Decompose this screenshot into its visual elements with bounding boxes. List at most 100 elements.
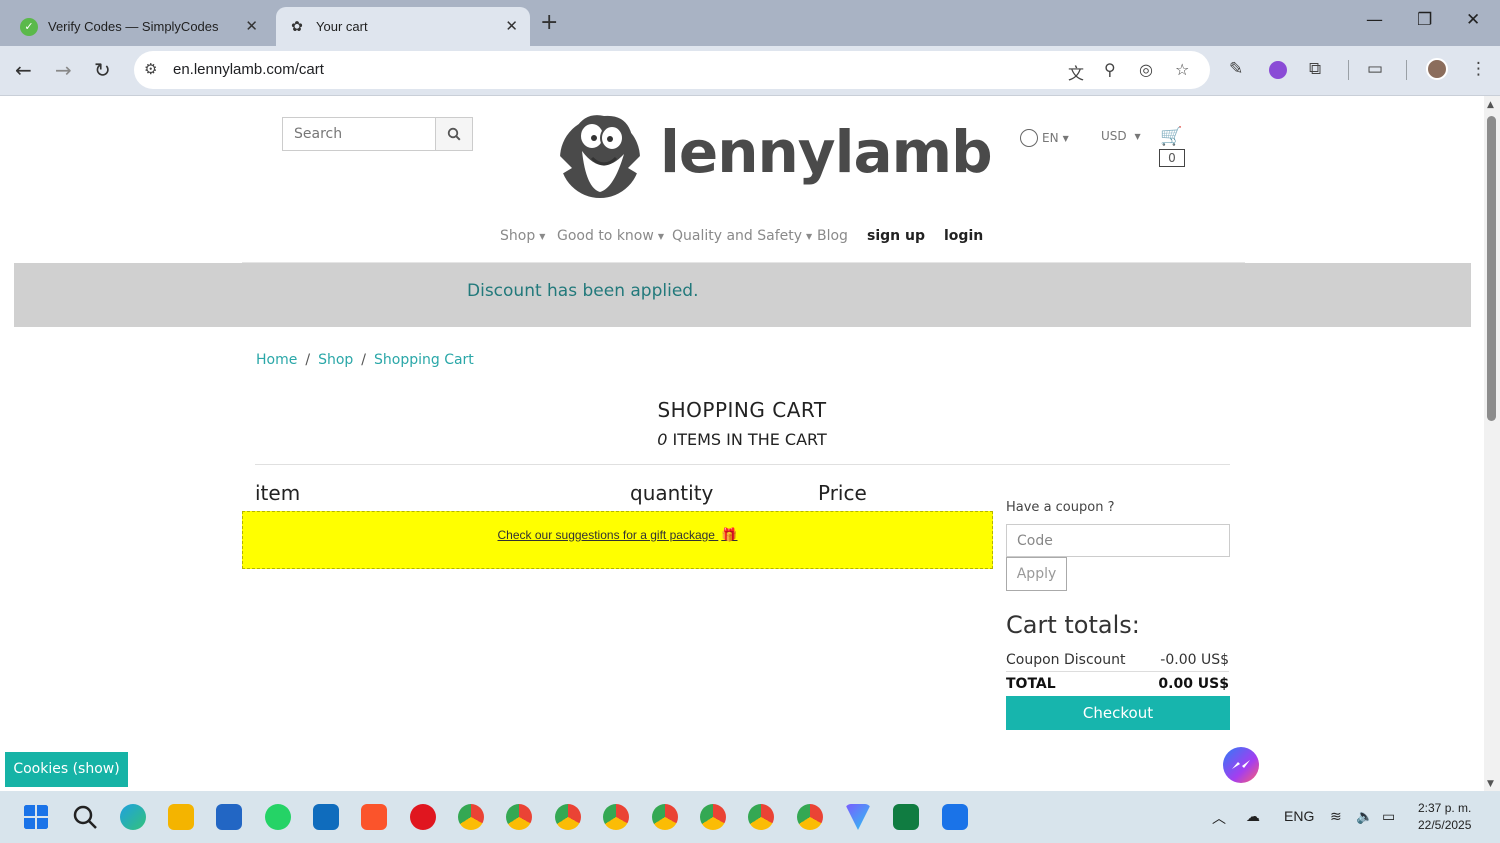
search-input[interactable]: Search xyxy=(282,117,436,151)
notepad-icon[interactable] xyxy=(942,804,968,830)
outlook-icon[interactable] xyxy=(313,804,339,830)
breadcrumb: Home / Shop / Shopping Cart xyxy=(256,352,474,368)
breadcrumb-home[interactable]: Home xyxy=(256,352,297,368)
eye-off-icon[interactable]: ◎ xyxy=(1139,60,1153,79)
volume-muted-icon[interactable]: 🔈 xyxy=(1356,808,1373,825)
cart-count-badge[interactable]: 0 xyxy=(1159,149,1185,167)
profile-avatar[interactable] xyxy=(1426,58,1448,80)
breadcrumb-shopping-cart[interactable]: Shopping Cart xyxy=(374,352,474,368)
extensions-puzzle-icon[interactable]: ⧉ xyxy=(1309,59,1321,79)
sign-up-link[interactable]: sign up xyxy=(867,228,925,244)
chrome-profile-icon[interactable] xyxy=(555,804,581,830)
show-hidden-icons-chevron-icon[interactable]: ︿ xyxy=(1212,808,1226,828)
wifi-icon[interactable]: ≋ xyxy=(1330,808,1342,825)
lamb-logo-icon[interactable] xyxy=(552,106,650,202)
windows-start-icon[interactable] xyxy=(23,804,49,830)
reload-icon[interactable]: ↻ xyxy=(94,58,111,82)
extension-purple-icon[interactable] xyxy=(1269,61,1287,79)
scrollbar-thumb[interactable] xyxy=(1487,116,1496,421)
chrome-profile-icon[interactable] xyxy=(748,804,774,830)
nav-quality-safety[interactable]: Quality and Safety ▼ xyxy=(672,228,812,244)
coupon-code-input[interactable]: Code xyxy=(1006,524,1230,557)
vpn-app-icon[interactable] xyxy=(845,804,871,830)
battery-icon[interactable]: ▭ xyxy=(1382,808,1395,825)
language-value: EN xyxy=(1042,131,1059,145)
chrome-profile-icon[interactable] xyxy=(603,804,629,830)
search-button[interactable] xyxy=(435,117,473,151)
whatsapp-icon[interactable] xyxy=(265,804,291,830)
site-info-icon[interactable]: ⚙ xyxy=(144,60,157,78)
clock-time: 2:37 p. m. xyxy=(1418,801,1472,815)
tab-title: Your cart xyxy=(316,19,368,34)
coupon-discount-label: Coupon Discount xyxy=(1006,652,1126,668)
shopping-cart-icon[interactable]: 🛒 xyxy=(1160,126,1182,147)
opera-browser-icon[interactable] xyxy=(410,804,436,830)
main-navigation: Shop ▼ Good to know ▼ Quality and Safety ▼ … xyxy=(0,228,1484,248)
discount-notice-banner: Discount has been applied. xyxy=(14,263,1471,327)
login-link[interactable]: login xyxy=(944,228,983,244)
gift-suggestion-banner: Check our suggestions for a gift package… xyxy=(242,511,993,569)
excel-icon[interactable] xyxy=(893,804,919,830)
breadcrumb-separator: / xyxy=(361,352,366,368)
translate-icon[interactable]: 文 xyxy=(1068,60,1084,84)
keyboard-language[interactable]: ENG xyxy=(1284,808,1314,824)
bookmark-star-icon[interactable]: ☆ xyxy=(1175,60,1189,79)
nav-good-to-know[interactable]: Good to know ▼ xyxy=(557,228,664,244)
address-bar[interactable]: ⚙ en.lennylamb.com/cart 文 ⚲ ◎ ☆ xyxy=(134,51,1210,89)
search-icon xyxy=(447,127,461,141)
breadcrumb-shop[interactable]: Shop xyxy=(318,352,353,368)
url-text: en.lennylamb.com/cart xyxy=(173,61,324,78)
close-window-icon[interactable]: ✕ xyxy=(1466,10,1480,30)
column-header-quantity: quantity xyxy=(630,481,714,505)
web-page: Search lennylamb EN ▼ USD ▼ 🛒 0 Shop ▼ Go… xyxy=(0,96,1484,791)
file-explorer-icon[interactable] xyxy=(168,804,194,830)
nav-blog[interactable]: Blog xyxy=(817,228,848,244)
items-count-label: ITEMS IN THE CART xyxy=(672,430,827,449)
language-selector[interactable]: EN ▼ xyxy=(1020,129,1069,147)
lennylamb-favicon-icon: ✿ xyxy=(291,18,303,34)
gift-suggestion-link[interactable]: Check our suggestions for a gift package… xyxy=(498,527,738,543)
chrome-profile-icon[interactable] xyxy=(797,804,823,830)
messenger-chat-icon[interactable] xyxy=(1223,747,1259,783)
chrome-profile-icon[interactable] xyxy=(652,804,678,830)
messenger-bolt-icon xyxy=(1232,760,1250,769)
page-scrollbar[interactable]: ▲ ▼ xyxy=(1484,96,1500,791)
minimize-icon[interactable]: — xyxy=(1366,10,1383,30)
tab-your-cart[interactable]: ✿ Your cart ✕ xyxy=(276,7,530,46)
edge-browser-icon[interactable] xyxy=(120,804,146,830)
new-tab-icon[interactable]: + xyxy=(540,10,558,35)
checkout-button[interactable]: Checkout xyxy=(1006,696,1230,730)
menu-kebab-icon[interactable]: ⋮ xyxy=(1470,59,1487,79)
nav-shop[interactable]: Shop ▼ xyxy=(500,228,545,244)
currency-selector[interactable]: USD ▼ xyxy=(1101,129,1141,143)
forward-icon[interactable]: → xyxy=(55,58,72,82)
scroll-down-icon[interactable]: ▼ xyxy=(1487,779,1494,789)
restore-icon[interactable]: ❐ xyxy=(1417,10,1432,30)
close-tab-icon[interactable]: ✕ xyxy=(505,17,518,35)
edit-extension-icon[interactable]: ✎ xyxy=(1229,59,1243,79)
zoom-icon[interactable]: ⚲ xyxy=(1104,60,1116,79)
logo-wordmark[interactable]: lennylamb xyxy=(660,118,993,186)
onedrive-cloud-icon[interactable]: ☁ xyxy=(1246,808,1260,825)
scroll-up-icon[interactable]: ▲ xyxy=(1487,100,1494,110)
microsoft-store-icon[interactable] xyxy=(216,804,242,830)
nav-shop-label: Shop xyxy=(500,228,536,244)
system-clock[interactable]: 2:37 p. m. 22/5/2025 xyxy=(1418,800,1471,834)
chrome-profile-icon[interactable] xyxy=(700,804,726,830)
apply-coupon-button[interactable]: Apply xyxy=(1006,557,1067,591)
browser-tab-bar: ✓ Verify Codes — SimplyCodes ✕ ✿ Your ca… xyxy=(0,0,1500,46)
media-cast-icon[interactable]: ▭ xyxy=(1367,59,1383,79)
cookies-show-button[interactable]: Cookies (show) xyxy=(5,752,128,787)
globe-icon xyxy=(1020,129,1038,147)
gift-link-label: Check our suggestions for a gift package xyxy=(497,528,715,542)
back-icon[interactable]: ← xyxy=(15,58,32,82)
brave-browser-icon[interactable] xyxy=(361,804,387,830)
taskbar-search-icon[interactable] xyxy=(72,804,98,830)
tab-simplycodes[interactable]: ✓ Verify Codes — SimplyCodes ✕ xyxy=(8,7,270,46)
chrome-profile-icon[interactable] xyxy=(458,804,484,830)
windows-taskbar: ︿ ☁ ENG ≋ 🔈 ▭ 2:37 p. m. 22/5/2025 xyxy=(0,791,1500,843)
caret-down-icon: ▼ xyxy=(806,231,813,241)
toolbar-separator xyxy=(1406,60,1407,80)
close-tab-icon[interactable]: ✕ xyxy=(245,17,258,35)
chrome-profile-icon[interactable] xyxy=(506,804,532,830)
